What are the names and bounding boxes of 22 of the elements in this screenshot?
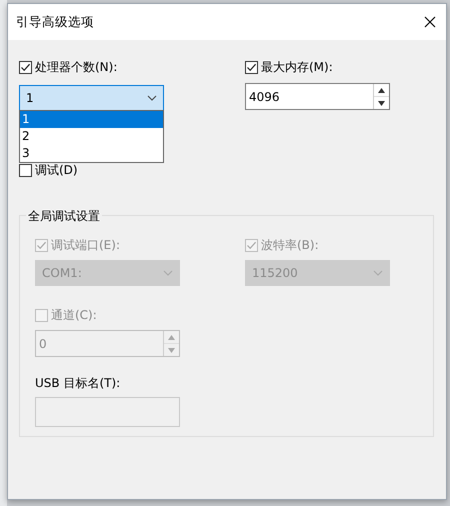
dropdown-option[interactable]: 3 [20,145,163,162]
checkbox-label: 调试(D) [35,162,78,179]
window-title: 引导高级选项 [16,12,94,31]
checkbox[interactable] [19,60,32,74]
checkbox[interactable] [245,60,258,74]
down-arrow-icon[interactable] [378,100,385,106]
caret-icon [147,95,157,101]
checkbox-label: 通道(C): [51,307,97,324]
dropdown-option[interactable]: 1 [20,111,163,128]
caret-icon [373,270,383,276]
field-label: USB 目标名(T): [35,376,120,390]
number-spinner[interactable]: 4096 [245,83,390,110]
checkbox-label: 最大内存(M): [261,59,333,76]
close-icon[interactable] [424,16,436,28]
dropdown[interactable]: 1 [19,85,164,111]
checkbox-label: 处理器个数(N): [35,59,118,76]
checkbox-label: 波特率(B): [261,237,319,254]
checkbox-label: 调试端口(E): [51,237,120,254]
checkbox[interactable] [19,164,32,176]
up-arrow-icon[interactable] [378,88,385,92]
dropdown-option[interactable]: 2 [20,128,163,145]
caret-icon [163,270,173,276]
